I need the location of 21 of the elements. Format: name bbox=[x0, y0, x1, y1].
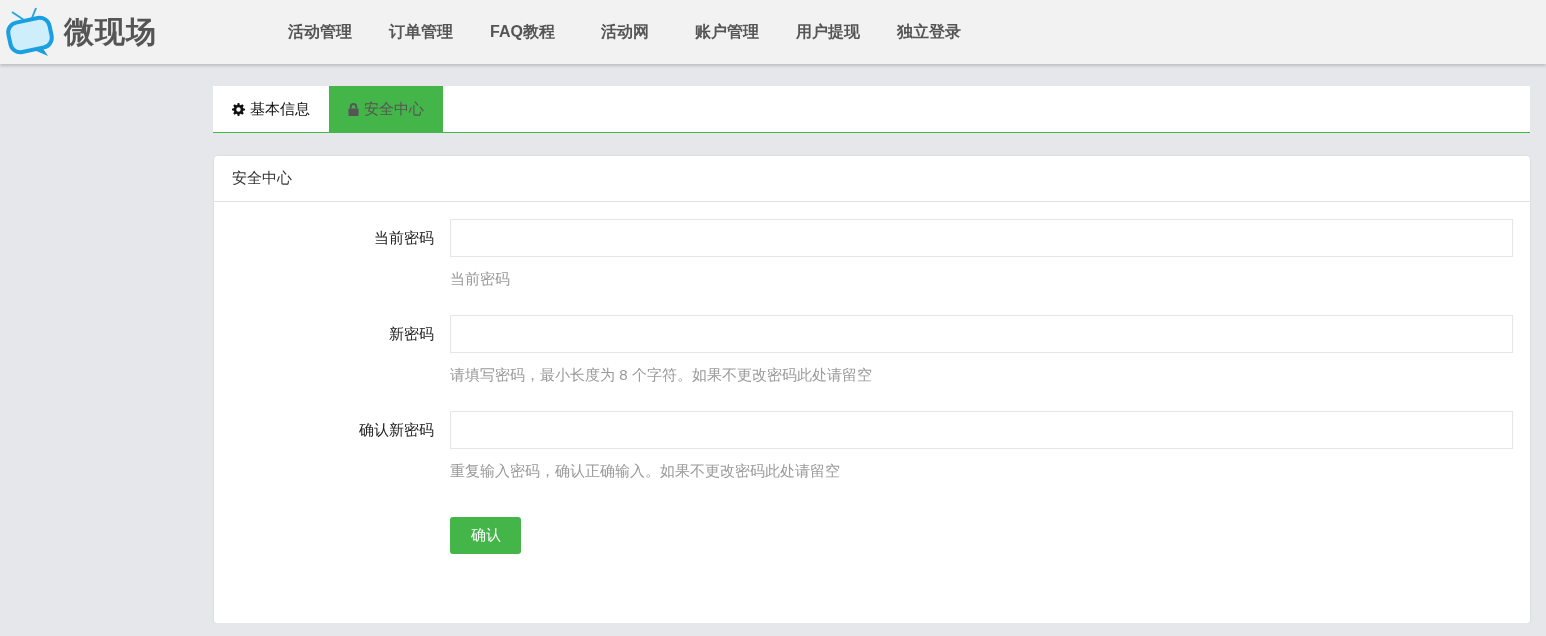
lock-icon bbox=[348, 102, 359, 116]
nav-link[interactable]: 独立登录 bbox=[896, 21, 961, 43]
nav-link[interactable]: 用户提现 bbox=[795, 21, 860, 43]
nav-link[interactable]: 活动网 bbox=[600, 21, 649, 43]
field-label: 新密码 bbox=[388, 324, 434, 344]
field-label: 确认新密码 bbox=[358, 420, 434, 440]
password-field[interactable] bbox=[450, 411, 1513, 449]
panel-title: 安全中心 bbox=[232, 169, 292, 188]
gear-icon bbox=[232, 102, 245, 116]
nav-link[interactable]: 订单管理 bbox=[389, 21, 453, 43]
logo-text: 微现场 bbox=[64, 13, 157, 50]
nav-link[interactable]: FAQ教程 bbox=[490, 21, 555, 43]
nav-link[interactable]: 账户管理 bbox=[694, 21, 759, 43]
help-text: 重复输入密码，确认正确输入。如果不更改密码此处请留空 bbox=[450, 461, 841, 481]
help-text: 请填写密码，最小长度为 8 个字符。如果不更改密码此处请留空 bbox=[450, 365, 873, 385]
help-text: 当前密码 bbox=[450, 269, 511, 289]
password-field[interactable] bbox=[450, 219, 1513, 257]
password-field[interactable] bbox=[450, 315, 1513, 353]
nav-link[interactable]: 活动管理 bbox=[288, 21, 352, 43]
field-label: 当前密码 bbox=[373, 228, 434, 248]
tab[interactable]: 基本信息 bbox=[213, 86, 329, 132]
